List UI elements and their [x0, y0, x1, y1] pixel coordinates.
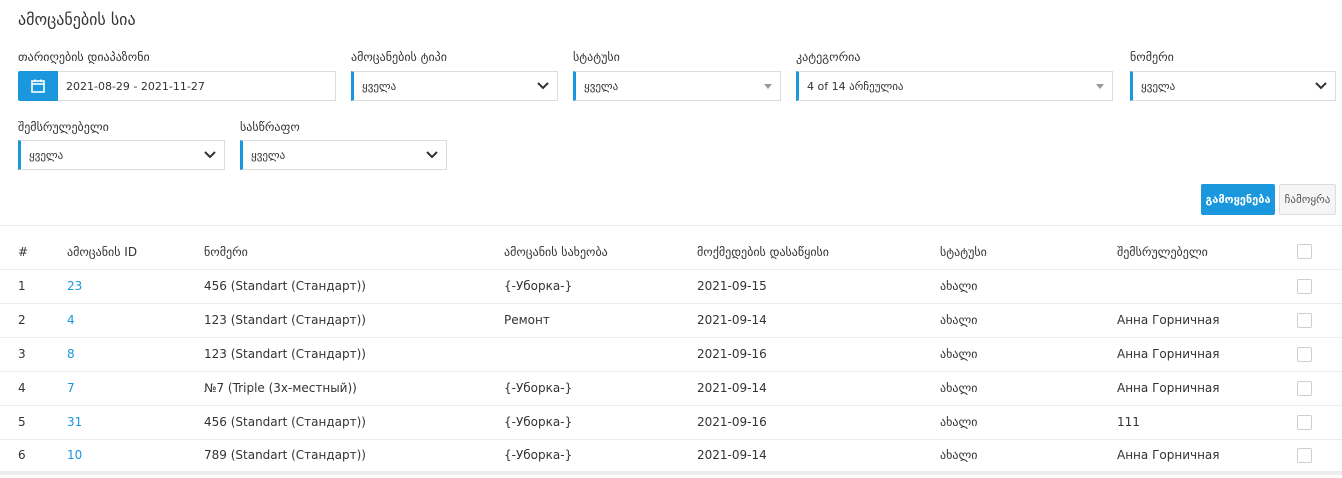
task-type-value: ყველა	[362, 79, 397, 93]
col-header-number: #	[18, 244, 29, 259]
row-number: 6	[0, 438, 67, 475]
assignee-cell	[1117, 268, 1297, 303]
assignee-cell: Анна Горничная	[1117, 336, 1297, 371]
table-header-row: # ამოცანის ID ნომერი ამოცანის სახეობა მო…	[0, 235, 1342, 269]
task-type-select[interactable]: ყველა	[351, 71, 558, 101]
col-header-assignee[interactable]: შემსრულებელი	[1117, 235, 1297, 269]
category-label: კატეგორია	[796, 50, 861, 64]
clear-button[interactable]: ჩამოყრა	[1279, 184, 1336, 215]
chevron-down-icon	[418, 151, 446, 159]
room-select[interactable]: ყველა	[1130, 71, 1336, 101]
calendar-button[interactable]	[18, 71, 58, 101]
task-id-link[interactable]: 31	[67, 415, 82, 429]
status-cell: ახალი	[940, 268, 1117, 303]
status-select[interactable]: ყველა	[573, 71, 781, 101]
start-date-cell: 2021-09-16	[697, 336, 940, 371]
category-select[interactable]: 4 of 14 არჩეულია	[796, 71, 1113, 101]
status-cell: ახალი	[940, 302, 1117, 337]
status-cell: ახალი	[940, 438, 1117, 475]
row-number: 1	[0, 268, 67, 303]
table-row: 5 31 456 (Standart (Стандарт)) {-Уборка-…	[0, 404, 1342, 439]
housekeeping-label: სასწრაფო	[240, 120, 300, 134]
housekeeping-value: ყველა	[251, 148, 286, 162]
room-cell: 456 (Standart (Стандарт))	[204, 404, 504, 439]
status-cell: ახალი	[940, 370, 1117, 405]
start-date-cell: 2021-09-14	[697, 438, 940, 475]
start-date-cell: 2021-09-14	[697, 302, 940, 337]
col-header-task-type[interactable]: ამოცანის სახეობა	[504, 235, 697, 269]
task-type-cell: {-Уборка-}	[504, 404, 697, 439]
apply-button[interactable]: გამოყენება	[1201, 184, 1275, 215]
chevron-down-icon	[1307, 82, 1335, 90]
assignee-cell: Анна Горничная	[1117, 370, 1297, 405]
row-checkbox[interactable]	[1297, 346, 1312, 362]
status-cell: ახალი	[940, 336, 1117, 371]
task-id-link[interactable]: 4	[67, 313, 75, 327]
task-id-link[interactable]: 23	[67, 279, 82, 293]
row-number: 3	[0, 336, 67, 371]
date-range-input[interactable]: 2021-08-29 - 2021-11-27	[58, 71, 336, 101]
select-all-checkbox[interactable]	[1297, 244, 1312, 260]
tasks-table: # ამოცანის ID ნომერი ამოცანის სახეობა მო…	[0, 235, 1342, 475]
row-number: 4	[0, 370, 67, 405]
table-row: 3 8 123 (Standart (Стандарт)) 2021-09-16…	[0, 336, 1342, 371]
task-type-label: ამოცანების ტიპი	[351, 50, 447, 64]
task-id-link[interactable]: 8	[67, 347, 75, 361]
row-number: 5	[0, 404, 67, 439]
chevron-down-icon	[529, 82, 557, 90]
row-number: 2	[0, 302, 67, 337]
housekeeping-select[interactable]: ყველა	[240, 140, 447, 170]
room-label: ნომერი	[1130, 50, 1174, 64]
assignee-label: შემსრულებელი	[18, 120, 109, 134]
task-type-cell: Ремонт	[504, 302, 697, 337]
category-value: 4 of 14 არჩეულია	[807, 79, 904, 93]
task-id-link[interactable]: 10	[67, 448, 82, 462]
col-header-status[interactable]: სტატუსი	[940, 235, 1117, 269]
assignee-cell: 111	[1117, 404, 1297, 439]
calendar-icon	[31, 79, 45, 93]
caret-down-icon	[756, 83, 780, 89]
date-range-label: თარიღების დიაპაზონი	[18, 50, 150, 64]
room-cell: №7 (Triple (3х-местный))	[204, 370, 504, 405]
caret-down-icon	[1088, 83, 1112, 89]
col-header-room[interactable]: ნომერი	[204, 235, 504, 269]
col-header-start[interactable]: მოქმედების დასაწყისი	[697, 235, 940, 269]
row-checkbox[interactable]	[1297, 414, 1312, 430]
start-date-cell: 2021-09-15	[697, 268, 940, 303]
divider	[0, 225, 1342, 226]
assignee-cell: Анна Горничная	[1117, 438, 1297, 475]
task-type-cell: {-Уборка-}	[504, 370, 697, 405]
table-row: 6 10 789 (Standart (Стандарт)) {-Уборка-…	[0, 438, 1342, 475]
room-value: ყველა	[1141, 79, 1176, 93]
row-checkbox[interactable]	[1297, 278, 1312, 294]
status-cell: ახალი	[940, 404, 1117, 439]
table-row: 4 7 №7 (Triple (3х-местный)) {-Уборка-} …	[0, 370, 1342, 405]
assignee-value: ყველა	[29, 148, 64, 162]
room-cell: 456 (Standart (Стандарт))	[204, 268, 504, 303]
task-type-cell: {-Уборка-}	[504, 268, 697, 303]
room-cell: 123 (Standart (Стандарт))	[204, 336, 504, 371]
table-row: 1 23 456 (Standart (Стандарт)) {-Уборка-…	[0, 268, 1342, 303]
status-label: სტატუსი	[573, 50, 620, 64]
status-value: ყველა	[584, 79, 619, 93]
task-type-cell	[504, 336, 697, 371]
chevron-down-icon	[196, 151, 224, 159]
row-checkbox[interactable]	[1297, 380, 1312, 396]
task-type-cell: {-Уборка-}	[504, 438, 697, 475]
date-range-picker[interactable]: 2021-08-29 - 2021-11-27	[18, 71, 336, 101]
select-all-cell	[1297, 235, 1342, 269]
table-row: 2 4 123 (Standart (Стандарт)) Ремонт 202…	[0, 302, 1342, 337]
task-id-link[interactable]: 7	[67, 381, 75, 395]
row-checkbox[interactable]	[1297, 447, 1312, 463]
page-title: ამოცანების სია	[18, 10, 136, 29]
room-cell: 789 (Standart (Стандарт))	[204, 438, 504, 475]
room-cell: 123 (Standart (Стандарт))	[204, 302, 504, 337]
assignee-select[interactable]: ყველა	[18, 140, 225, 170]
start-date-cell: 2021-09-14	[697, 370, 940, 405]
col-header-task-id[interactable]: ამოცანის ID	[67, 235, 204, 269]
assignee-cell: Анна Горничная	[1117, 302, 1297, 337]
start-date-cell: 2021-09-16	[697, 404, 940, 439]
row-checkbox[interactable]	[1297, 312, 1312, 328]
